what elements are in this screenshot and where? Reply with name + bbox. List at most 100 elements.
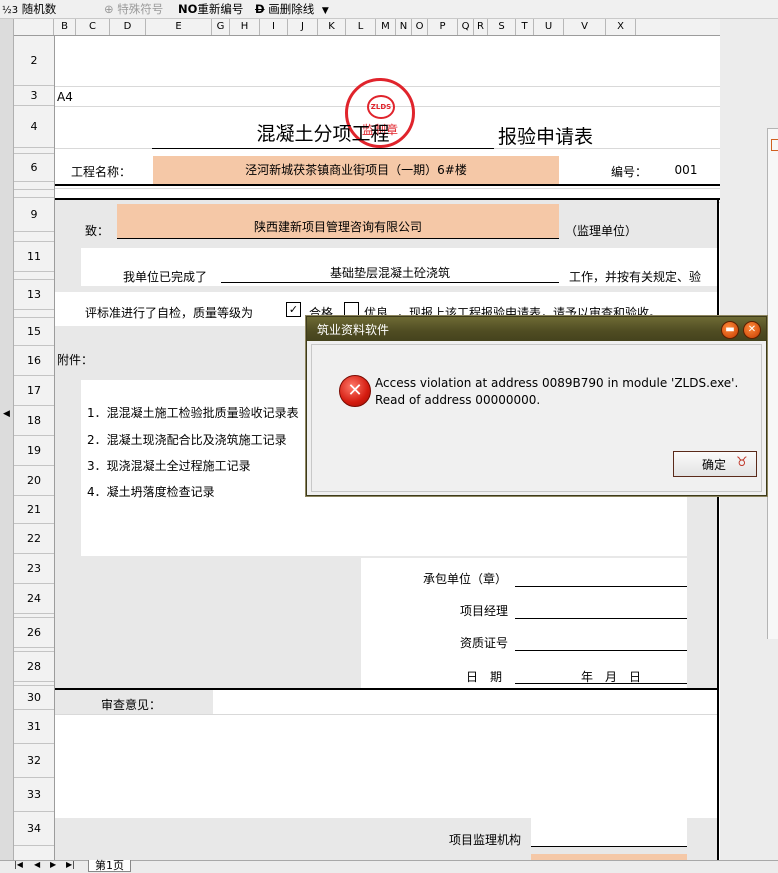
row-header-7[interactable]: [14, 182, 54, 190]
dropdown-arrow-icon[interactable]: ▼: [322, 6, 329, 16]
toolbar: ½3 随机数 ⊕ 特殊符号 NO重新编号 D 画删除线 ▼: [0, 0, 778, 19]
number-label: 编号：: [611, 165, 648, 179]
row-header-23[interactable]: 23: [14, 554, 54, 584]
column-header-X[interactable]: X: [606, 19, 636, 35]
supervisor-unit-suffix: （监理单位）: [565, 224, 638, 238]
column-header-V[interactable]: V: [564, 19, 606, 35]
row-header-24[interactable]: 24: [14, 584, 54, 614]
prev-sheet-arrow-icon[interactable]: ◀: [34, 860, 40, 869]
completed-suffix: 工作，并按有关规定、验: [569, 270, 702, 284]
row-header-4[interactable]: 4: [14, 106, 54, 148]
panel-marker-icon: [771, 139, 778, 151]
form-title-left: 混凝土分项工程: [152, 108, 494, 149]
row-header-34[interactable]: 34: [14, 812, 54, 846]
column-header-K[interactable]: K: [318, 19, 346, 35]
right-side-panel[interactable]: [767, 128, 778, 639]
random-number-button[interactable]: ½3 随机数: [2, 1, 56, 17]
row-header-9[interactable]: 9: [14, 198, 54, 232]
first-sheet-arrow-icon[interactable]: |◀: [14, 860, 23, 869]
sheet-tab-page1[interactable]: 第1页: [88, 860, 131, 872]
pass-checkbox[interactable]: ✓: [286, 302, 301, 317]
row-header-28[interactable]: 28: [14, 652, 54, 682]
column-header-B[interactable]: B: [54, 19, 76, 35]
supervisor-org-label: 项目监理机构: [449, 833, 522, 847]
row-header-12[interactable]: [14, 272, 54, 280]
column-header-S[interactable]: S: [488, 19, 516, 35]
dialog-title: 筑业资料软件: [317, 323, 390, 337]
close-icon[interactable]: ✕: [743, 321, 761, 339]
row-header-14[interactable]: [14, 310, 54, 318]
strikethrough-button[interactable]: D 画删除线 ▼: [255, 1, 329, 17]
row-header-26[interactable]: 26: [14, 618, 54, 648]
completed-work-value[interactable]: 基础垫层混凝土砼浇筑: [221, 250, 559, 283]
dialog-body: ✕ Access violation at address 0089B790 i…: [311, 344, 762, 492]
column-header-I[interactable]: I: [260, 19, 288, 35]
row-header-15[interactable]: 15: [14, 318, 54, 346]
column-header-U[interactable]: U: [534, 19, 564, 35]
row-header-2[interactable]: 2: [14, 36, 54, 86]
column-header-P[interactable]: P: [428, 19, 458, 35]
minimize-icon[interactable]: ▬: [721, 321, 739, 339]
excellent-checkbox[interactable]: [344, 302, 359, 317]
special-symbol-button[interactable]: ⊕ 特殊符号: [104, 1, 163, 17]
attachment-label: 附件：: [57, 353, 94, 367]
supervisor-unit-value[interactable]: 陕西建新项目管理咨询有限公司: [117, 204, 559, 239]
row-header-31[interactable]: 31: [14, 710, 54, 744]
error-message-line1: Access violation at address 0089B790 in …: [375, 376, 739, 390]
date-label: 日 期: [466, 670, 503, 684]
column-header-H[interactable]: H: [230, 19, 260, 35]
column-header-M[interactable]: M: [376, 19, 396, 35]
cert-label: 资质证号: [460, 636, 509, 650]
row-header-3[interactable]: 3: [14, 86, 54, 106]
row-header-22[interactable]: 22: [14, 524, 54, 554]
row-header-17[interactable]: 17: [14, 376, 54, 406]
number-value[interactable]: 001: [653, 156, 719, 184]
column-header-L[interactable]: L: [346, 19, 376, 35]
select-all-corner[interactable]: [14, 19, 54, 35]
row-header-8[interactable]: [14, 190, 54, 198]
project-name-value[interactable]: 泾河新城茯茶镇商业街项目（一期）6#楼: [153, 156, 559, 184]
last-sheet-arrow-icon[interactable]: ▶|: [66, 860, 75, 869]
row-header-21[interactable]: 21: [14, 496, 54, 524]
next-sheet-arrow-icon[interactable]: ▶: [50, 860, 56, 869]
column-header-C[interactable]: C: [76, 19, 110, 35]
left-splitter[interactable]: ◀: [0, 19, 14, 860]
attachment-item: 3．现浇混凝土全过程施工记录: [87, 459, 251, 473]
error-dialog: 筑业资料软件 ▬ ✕ ✕ Access violation at address…: [306, 316, 767, 496]
column-header-N[interactable]: N: [396, 19, 412, 35]
column-header-G[interactable]: G: [212, 19, 230, 35]
column-header-R[interactable]: R: [474, 19, 488, 35]
ok-decor-icon: ♉: [736, 455, 748, 470]
row-header-32[interactable]: 32: [14, 744, 54, 778]
row-header-10[interactable]: [14, 232, 54, 242]
renumber-button[interactable]: NO重新编号: [178, 1, 243, 17]
column-header-O[interactable]: O: [412, 19, 428, 35]
row-header-16[interactable]: 16: [14, 346, 54, 376]
sheet-tab-bar: |◀ ◀ ▶ ▶| 第1页: [0, 860, 778, 873]
error-icon: ✕: [339, 375, 371, 407]
column-header-J[interactable]: J: [288, 19, 318, 35]
splitter-arrow-icon[interactable]: ◀: [3, 409, 10, 419]
ok-button[interactable]: 确定 ♉: [673, 451, 757, 477]
row-header-18[interactable]: 18: [14, 406, 54, 436]
manager-label: 项目经理: [460, 604, 509, 618]
completed-label: 我单位已完成了: [123, 270, 208, 284]
column-header-T[interactable]: T: [516, 19, 534, 35]
row-header-20[interactable]: 20: [14, 466, 54, 496]
column-header-D[interactable]: D: [110, 19, 146, 35]
attachment-item: 4．凝土坍落度检查记录: [87, 485, 215, 499]
random-number-icon: ½3: [2, 5, 19, 16]
contractor-label: 承包单位（章）: [423, 572, 508, 586]
row-header-6[interactable]: 6: [14, 154, 54, 182]
row-header: 2 3 4 6 9 11 13 15 16 17 18 19 20 21 22 23 24 26 28 30 31 32 3…: [14, 36, 55, 860]
column-header-Q[interactable]: Q: [458, 19, 474, 35]
column-header-E[interactable]: E: [146, 19, 212, 35]
row-header-13[interactable]: 13: [14, 280, 54, 310]
dialog-title-bar[interactable]: 筑业资料软件 ▬ ✕: [307, 317, 766, 341]
row-header-11[interactable]: 11: [14, 242, 54, 272]
error-message-line2: Read of address 00000000.: [375, 393, 541, 407]
project-name-label: 工程名称：: [71, 165, 132, 179]
row-header-19[interactable]: 19: [14, 436, 54, 466]
row-header-30[interactable]: 30: [14, 686, 54, 710]
row-header-33[interactable]: 33: [14, 778, 54, 812]
